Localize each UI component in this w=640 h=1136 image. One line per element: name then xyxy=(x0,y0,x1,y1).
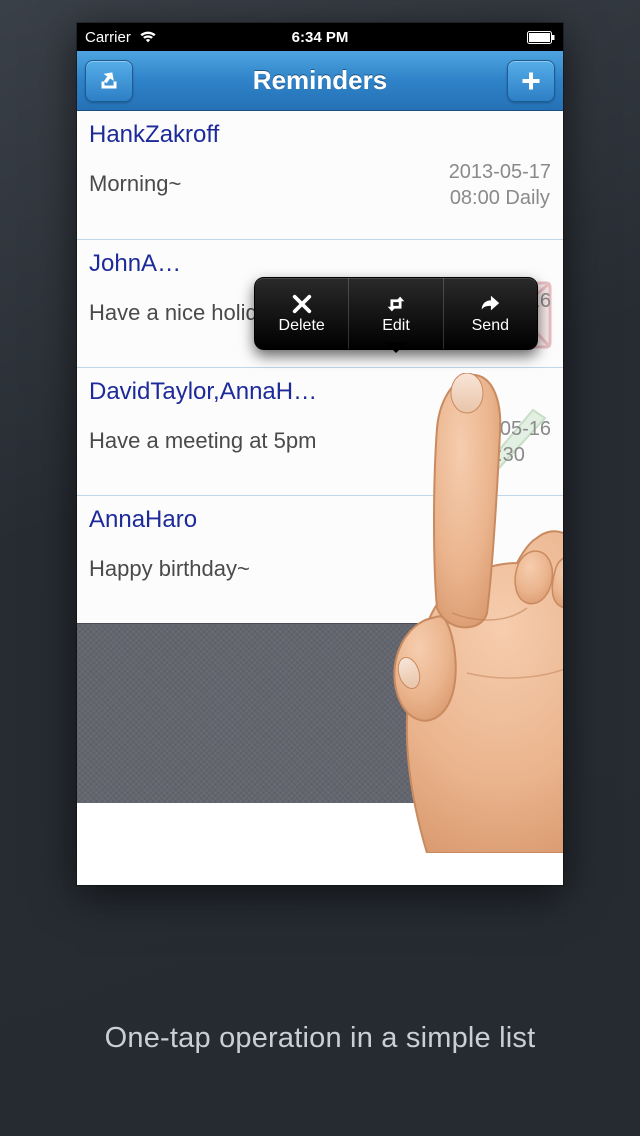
share-button[interactable] xyxy=(85,60,133,102)
action-popup: Delete Edit Send xyxy=(254,277,538,350)
retweet-icon xyxy=(385,293,407,315)
list-item[interactable]: HankZakroff Morning~ 2013-05-17 08:00 Da… xyxy=(77,111,563,239)
send-label: Send xyxy=(472,317,509,335)
forward-icon xyxy=(479,293,501,315)
reminder-datetime: 2013-05-17 08:00 Daily xyxy=(449,159,551,211)
send-action[interactable]: Send xyxy=(444,278,537,349)
delete-action[interactable]: Delete xyxy=(255,278,349,349)
hand-illustration xyxy=(387,373,563,853)
plus-icon xyxy=(519,69,543,93)
status-time: 6:34 PM xyxy=(77,29,563,46)
share-icon xyxy=(97,69,121,93)
device-frame: Carrier 6:34 PM Reminders xyxy=(77,23,563,885)
nav-bar: Reminders xyxy=(77,51,563,111)
close-icon xyxy=(291,293,313,315)
promo-caption: One-tap operation in a simple list xyxy=(0,1022,640,1055)
reminder-time: 08:00 Daily xyxy=(449,185,551,211)
page-title: Reminders xyxy=(77,65,563,96)
reminder-date: 2013-05-17 xyxy=(449,159,551,185)
add-button[interactable] xyxy=(507,60,555,102)
status-bar: Carrier 6:34 PM xyxy=(77,23,563,51)
edit-action[interactable]: Edit xyxy=(349,278,443,349)
contact-name: HankZakroff xyxy=(89,121,369,149)
delete-label: Delete xyxy=(279,317,325,335)
edit-label: Edit xyxy=(382,317,410,335)
contact-name: JohnAp… xyxy=(89,250,194,278)
contact-name: DavidTaylor,AnnaH… xyxy=(89,378,369,406)
contact-name: AnnaHaro xyxy=(89,506,369,534)
